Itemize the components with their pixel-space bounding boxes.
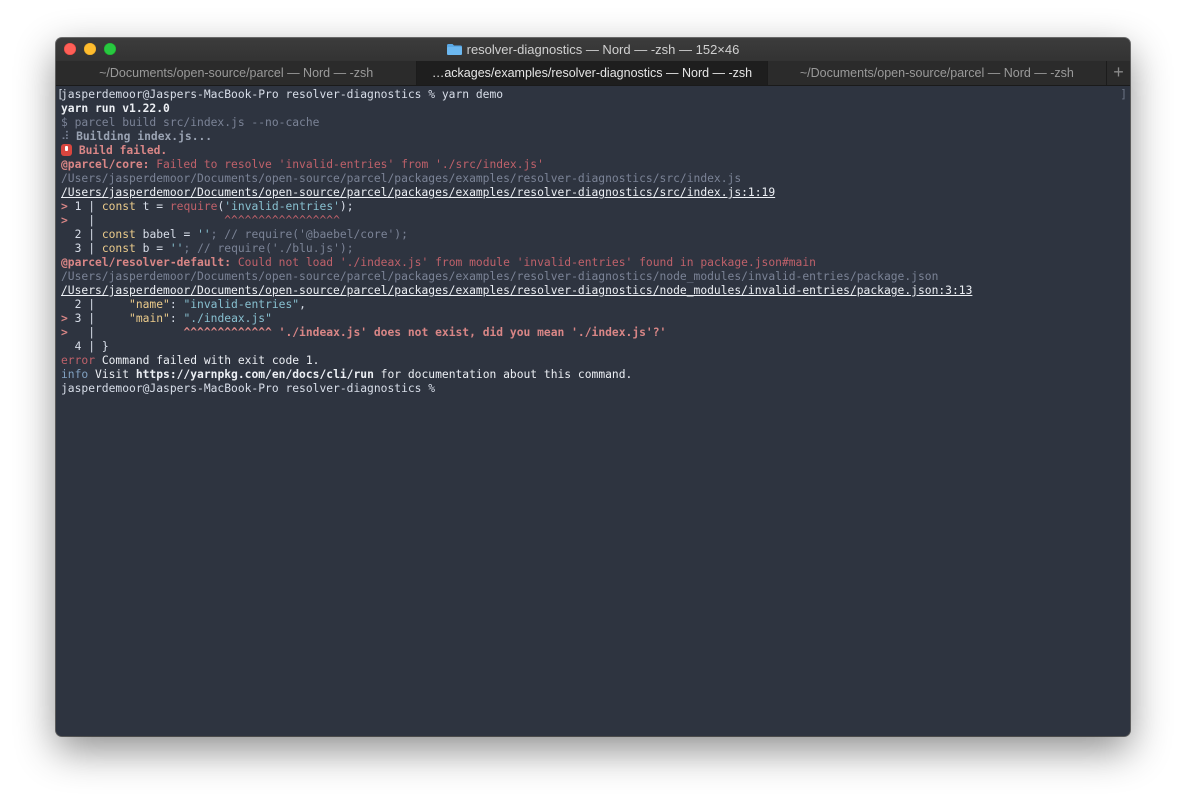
- resolver-message: Could not load './indeax.js' from module…: [231, 256, 816, 269]
- file-location-link[interactable]: /Users/jasperdemoor/Documents/open-sourc…: [56, 186, 1130, 200]
- new-tab-button[interactable]: +: [1107, 61, 1130, 85]
- terminal-output[interactable]: [jasperdemoor@Jaspers-MacBook-Pro resolv…: [56, 86, 1130, 736]
- core-message: Failed to resolve 'invalid-entries' from…: [149, 158, 544, 171]
- code-line: > | ^^^^^^^^^^^^^ './indeax.js' does not…: [61, 326, 667, 339]
- folder-icon: [446, 44, 462, 55]
- tab-parcel-2[interactable]: ~/Documents/open-source/parcel — Nord — …: [767, 61, 1108, 85]
- mark-bracket-left: [: [57, 88, 64, 101]
- window-title-text: resolver-diagnostics — Nord — -zsh — 152…: [466, 42, 740, 57]
- window-title: resolver-diagnostics — Nord — -zsh — 152…: [56, 38, 1130, 61]
- build-failed-text: Build failed.: [78, 144, 168, 157]
- resolver-label: @parcel/resolver-default:: [61, 256, 232, 269]
- error-message: Command failed with exit code 1.: [95, 354, 320, 367]
- title-bar: resolver-diagnostics — Nord — -zsh — 152…: [56, 38, 1130, 61]
- terminal-line: error Command failed with exit code 1.: [56, 354, 1130, 368]
- file-location-link[interactable]: /Users/jasperdemoor/Documents/open-sourc…: [56, 284, 1130, 298]
- terminal-window: resolver-diagnostics — Nord — -zsh — 152…: [56, 38, 1130, 736]
- prompt: jasperdemoor@Jaspers-MacBook-Pro resolve…: [61, 88, 442, 101]
- caret-marker: ^^^^^^^^^^^^^^^^^: [224, 214, 340, 227]
- code-line: 4 | }: [74, 340, 109, 353]
- terminal-line: jasperdemoor@Jaspers-MacBook-Pro resolve…: [56, 382, 1130, 396]
- highlight-marker: >: [61, 312, 68, 325]
- command: yarn demo: [441, 88, 504, 101]
- code-line: > | ^^^^^^^^^^^^^^^^^: [61, 214, 340, 227]
- tab-bar: ~/Documents/open-source/parcel — Nord — …: [56, 61, 1130, 86]
- docs-link[interactable]: https://yarnpkg.com/en/docs/cli/run: [136, 368, 374, 381]
- terminal-line: /Users/jasperdemoor/Documents/open-sourc…: [61, 270, 939, 283]
- terminal-line: @parcel/core: Failed to resolve 'invalid…: [56, 158, 1130, 172]
- terminal-line: info Visit https://yarnpkg.com/en/docs/c…: [61, 368, 633, 381]
- alarm-icon: [61, 144, 72, 156]
- final-prompt: jasperdemoor@Jaspers-MacBook-Pro resolve…: [61, 382, 442, 395]
- terminal-line: ⠼ Building index.js...: [56, 130, 1130, 144]
- terminal-line: @parcel/resolver-default: Could not load…: [56, 256, 1130, 270]
- building-text: Building index.js...: [76, 130, 213, 143]
- code-line: 3 | const b = ''; // require('./blu.js')…: [74, 242, 354, 255]
- code-line: 2 | const babel = ''; // require('@baebe…: [74, 228, 408, 241]
- caret-hint: ^^^^^^^^^^^^^ './indeax.js' does not exi…: [183, 326, 667, 339]
- highlight-marker: >: [61, 214, 68, 227]
- error-label: error: [61, 354, 96, 367]
- info-label: info: [61, 368, 89, 381]
- highlight-marker: >: [61, 326, 68, 339]
- tab-resolver-diagnostics[interactable]: …ackages/examples/resolver-diagnostics —…: [417, 61, 768, 85]
- mark-bracket-right: ]: [1120, 88, 1127, 101]
- terminal-line: [jasperdemoor@Jaspers-MacBook-Pro resolv…: [56, 88, 1130, 102]
- tab-parcel-1[interactable]: ~/Documents/open-source/parcel — Nord — …: [56, 61, 418, 85]
- terminal-line: /Users/jasperdemoor/Documents/open-sourc…: [61, 172, 742, 185]
- code-line: > 1 | const t = require('invalid-entries…: [61, 200, 354, 213]
- terminal-line: yarn run v1.22.0: [61, 102, 170, 115]
- highlight-marker: >: [61, 200, 68, 213]
- code-line: > 3 | "main": "./indeax.js": [61, 312, 272, 325]
- core-label: @parcel/core:: [61, 158, 150, 171]
- terminal-line: Build failed.: [56, 144, 1130, 158]
- code-line: 2 | "name": "invalid-entries",: [74, 298, 306, 311]
- terminal-line: $ parcel build src/index.js --no-cache: [61, 116, 320, 129]
- spinner-icon: ⠼: [61, 130, 77, 143]
